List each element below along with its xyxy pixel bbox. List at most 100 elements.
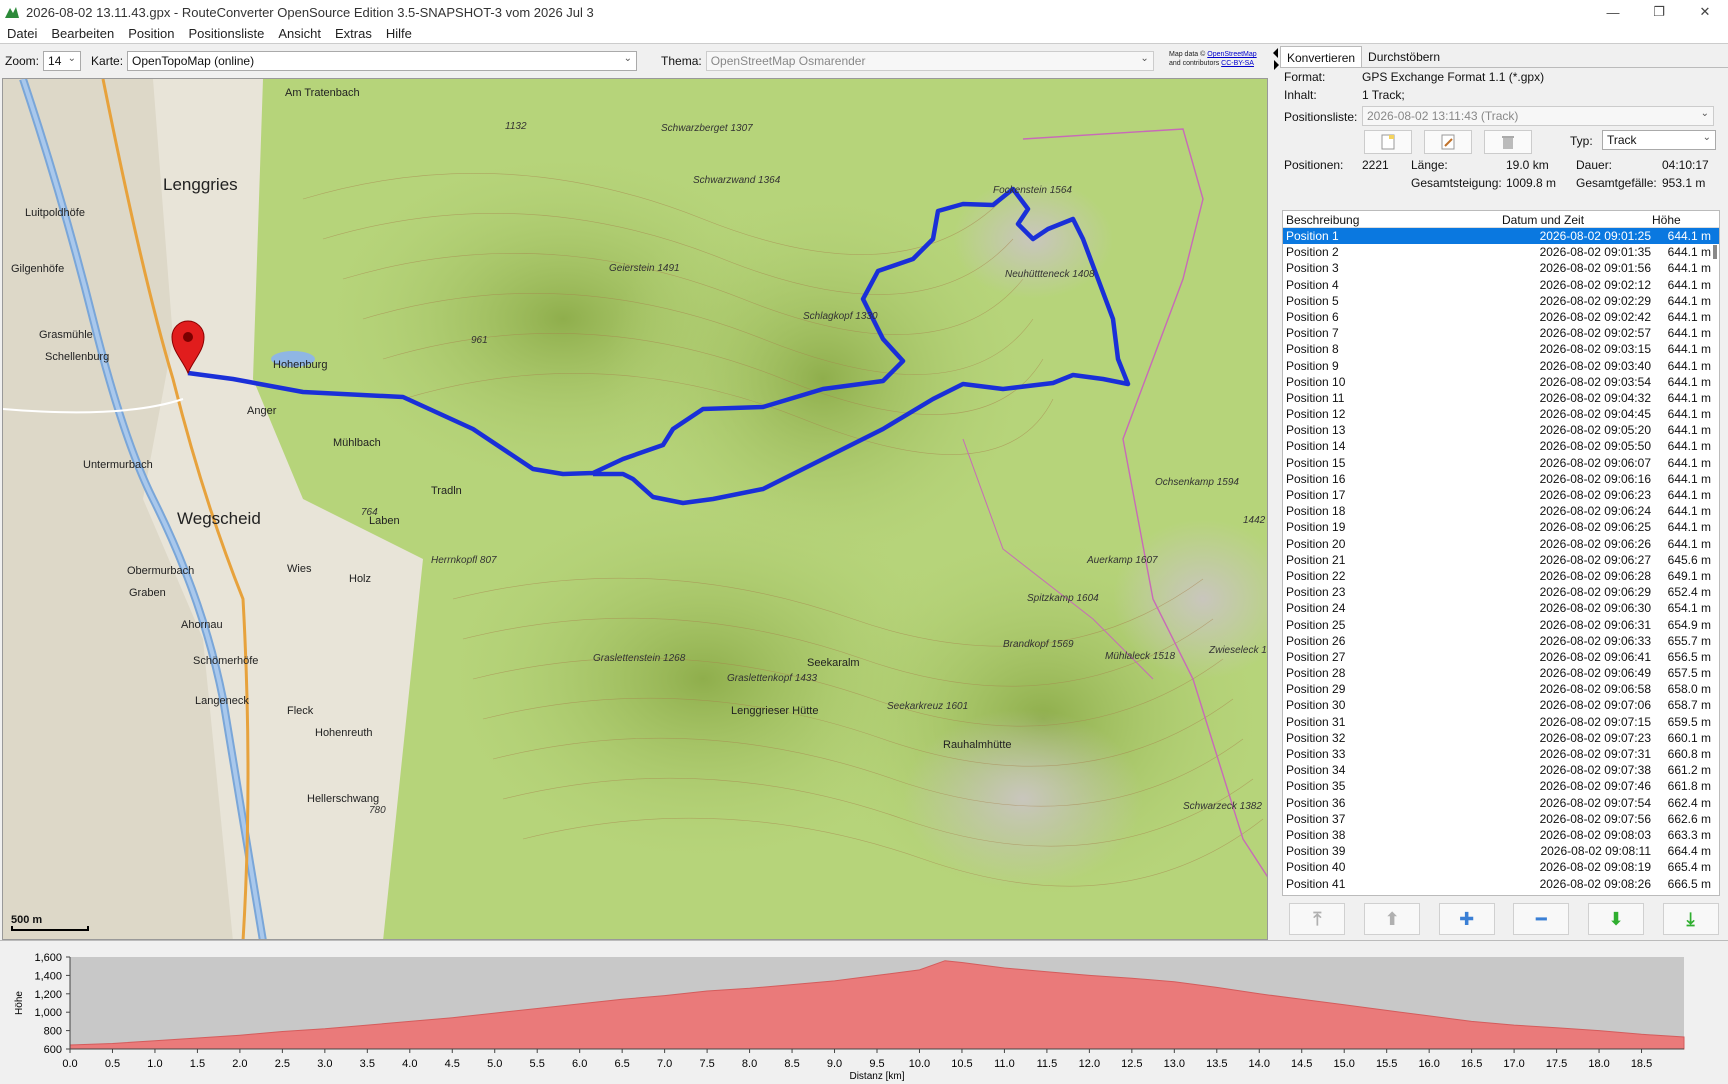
menu-hilfe[interactable]: Hilfe — [379, 26, 419, 41]
table-row[interactable]: Position 10 2026-08-02 09:03:54 644.1 m — [1283, 373, 1719, 390]
table-row[interactable]: Position 39 2026-08-02 09:08:11 664.4 m — [1283, 843, 1719, 860]
table-row[interactable]: Position 31 2026-08-02 09:07:15 659.5 m — [1283, 713, 1719, 730]
menu-datei[interactable]: Datei — [0, 26, 44, 41]
cell-height: 659.5 m — [1667, 714, 1711, 729]
table-row[interactable]: Position 36 2026-08-02 09:07:54 662.4 m — [1283, 794, 1719, 811]
zoom-label: Zoom: — [5, 54, 40, 68]
column-header-datetime[interactable]: Datum und Zeit — [1499, 211, 1649, 227]
x-tick-label: 7.5 — [699, 1058, 714, 1070]
table-row[interactable]: Position 21 2026-08-02 09:06:27 645.6 m — [1283, 551, 1719, 568]
add-position-button[interactable]: ✚ — [1438, 903, 1495, 935]
new-list-button[interactable] — [1364, 130, 1412, 154]
table-row[interactable]: Position 34 2026-08-02 09:07:38 661.2 m — [1283, 762, 1719, 779]
remove-position-button[interactable]: ━ — [1513, 903, 1570, 935]
table-row[interactable]: Position 29 2026-08-02 09:06:58 658.0 m — [1283, 681, 1719, 698]
length-label: Länge: — [1411, 158, 1448, 172]
ascent-label: Gesamtsteigung: — [1411, 176, 1502, 190]
elevation-chart[interactable]: 600 800 1,000 1,200 1,400 1,600 0.0 0.5 1.0 1.5 2.… — [0, 941, 1728, 1082]
table-row[interactable]: Position 38 2026-08-02 09:08:03 663.3 m — [1283, 826, 1719, 844]
table-row[interactable]: Position 1 2026-08-02 09:01:25 644.1 m — [1283, 228, 1719, 245]
table-row[interactable]: Position 17 2026-08-02 09:06:23 644.1 m — [1283, 487, 1719, 504]
cell-description: Position 41 — [1286, 876, 1346, 891]
license-link[interactable]: CC-BY-SA — [1221, 60, 1254, 67]
table-row[interactable]: Position 24 2026-08-02 09:06:30 654.1 m — [1283, 600, 1719, 617]
move-to-bottom-button[interactable]: ⤓ — [1662, 903, 1719, 935]
table-row[interactable]: Position 33 2026-08-02 09:07:31 660.8 m — [1283, 746, 1719, 763]
table-row[interactable]: Position 27 2026-08-02 09:06:41 656.5 m — [1283, 648, 1719, 666]
table-row[interactable]: Position 20 2026-08-02 09:06:26 644.1 m — [1283, 535, 1719, 552]
table-row[interactable]: Position 40 2026-08-02 09:08:19 665.4 m — [1283, 859, 1719, 876]
tab-durchstoebern[interactable]: Durchstöbern — [1362, 46, 1446, 67]
cell-height: 644.1 m — [1667, 293, 1711, 308]
menu-ansicht[interactable]: Ansicht — [271, 26, 328, 41]
minimize-button[interactable]: — — [1590, 0, 1636, 24]
split-pane-divider[interactable] — [1272, 44, 1280, 940]
table-row[interactable]: Position 19 2026-08-02 09:06:25 644.1 m — [1283, 519, 1719, 536]
table-row[interactable]: Position 4 2026-08-02 09:02:12 644.1 m — [1283, 276, 1719, 293]
table-row[interactable]: Position 7 2026-08-02 09:02:57 644.1 m — [1283, 325, 1719, 342]
menu-positionsliste[interactable]: Positionsliste — [182, 26, 272, 41]
move-down-button[interactable]: ⬇ — [1587, 903, 1644, 935]
positions-table[interactable]: Beschreibung Datum und Zeit Höhe Positio… — [1282, 210, 1720, 896]
map-label: Hellerschwang — [307, 793, 380, 805]
map-select[interactable]: OpenTopoMap (online) ⌄ — [127, 51, 638, 71]
table-row[interactable]: Position 25 2026-08-02 09:06:31 654.9 m — [1283, 616, 1719, 633]
cell-description: Position 5 — [1286, 293, 1339, 308]
y-tick-label: 1,200 — [34, 989, 62, 1001]
table-row[interactable]: Position 30 2026-08-02 09:07:06 658.7 m — [1283, 697, 1719, 714]
menu-bearbeiten[interactable]: Bearbeiten — [44, 26, 121, 41]
cell-description: Position 27 — [1286, 649, 1346, 664]
table-row[interactable]: Position 8 2026-08-02 09:03:15 644.1 m — [1283, 341, 1719, 358]
table-row[interactable]: Position 12 2026-08-02 09:04:45 644.1 m — [1283, 406, 1719, 423]
delete-list-button[interactable] — [1484, 130, 1532, 154]
cell-height: 663.3 m — [1667, 827, 1711, 842]
cell-height: 666.5 m — [1667, 876, 1711, 891]
osm-link[interactable]: OpenStreetMap — [1207, 51, 1256, 58]
table-row[interactable]: Position 41 2026-08-02 09:08:26 666.5 m — [1283, 875, 1719, 892]
menu-position[interactable]: Position — [121, 26, 181, 41]
position-list-select[interactable]: 2026-08-02 13:11:43 (Track) ⌄ — [1362, 106, 1714, 126]
table-row[interactable]: Position 28 2026-08-02 09:06:49 657.5 m — [1283, 665, 1719, 682]
table-row[interactable]: Position 14 2026-08-02 09:05:50 644.1 m — [1283, 438, 1719, 455]
table-scrollbar-thumb[interactable] — [1713, 245, 1717, 259]
table-row[interactable]: Position 37 2026-08-02 09:07:56 662.6 m — [1283, 810, 1719, 827]
table-row[interactable]: Position 26 2026-08-02 09:06:33 655.7 m — [1283, 632, 1719, 649]
theme-select[interactable]: OpenStreetMap Osmarender ⌄ — [705, 51, 1154, 71]
cell-height: 656.5 m — [1667, 649, 1711, 664]
maximize-button[interactable]: ❐ — [1636, 0, 1682, 24]
table-row[interactable]: Position 9 2026-08-02 09:03:40 644.1 m — [1283, 357, 1719, 374]
table-row[interactable]: Position 6 2026-08-02 09:02:42 644.1 m — [1283, 308, 1719, 326]
table-row[interactable]: Position 11 2026-08-02 09:04:32 644.1 m — [1283, 389, 1719, 407]
table-row[interactable]: Position 22 2026-08-02 09:06:28 649.1 m — [1283, 567, 1719, 585]
move-to-top-button[interactable]: ⤒ — [1289, 903, 1346, 935]
cell-height: 644.1 m — [1667, 536, 1711, 551]
table-row[interactable]: Position 13 2026-08-02 09:05:20 644.1 m — [1283, 422, 1719, 439]
cell-height: 644.1 m — [1667, 309, 1711, 324]
tab-konvertieren[interactable]: Konvertieren — [1280, 46, 1363, 67]
cell-datetime: 2026-08-02 09:07:56 — [1539, 811, 1651, 826]
table-row[interactable]: Position 5 2026-08-02 09:02:29 644.1 m — [1283, 292, 1719, 309]
table-row[interactable]: Position 2 2026-08-02 09:01:35 644.1 m — [1283, 244, 1719, 261]
rename-list-button[interactable] — [1424, 130, 1472, 154]
collapse-arrows-icon[interactable] — [1272, 48, 1280, 78]
type-select[interactable]: Track ⌄ — [1602, 130, 1716, 150]
move-up-button[interactable]: ⬆ — [1363, 903, 1420, 935]
table-row[interactable]: Position 23 2026-08-02 09:06:29 652.4 m — [1283, 584, 1719, 601]
column-header-height[interactable]: Höhe — [1649, 211, 1709, 227]
zoom-select[interactable]: 14 ⌄ — [43, 51, 82, 71]
table-row[interactable]: Position 32 2026-08-02 09:07:23 660.1 m — [1283, 729, 1719, 746]
close-button[interactable]: ✕ — [1682, 0, 1728, 24]
y-tick-label: 800 — [44, 1026, 62, 1038]
cell-datetime: 2026-08-02 09:07:23 — [1539, 730, 1651, 745]
table-row[interactable]: Position 16 2026-08-02 09:06:16 644.1 m — [1283, 470, 1719, 487]
cell-description: Position 17 — [1286, 488, 1346, 502]
table-row[interactable]: Position 18 2026-08-02 09:06:24 644.1 m — [1283, 503, 1719, 520]
menu-bar: Datei Bearbeiten Position Positionsliste… — [0, 24, 1728, 44]
column-header-description[interactable]: Beschreibung — [1283, 211, 1499, 227]
table-row[interactable]: Position 15 2026-08-02 09:06:07 644.1 m — [1283, 454, 1719, 471]
table-row[interactable]: Position 3 2026-08-02 09:01:56 644.1 m — [1283, 260, 1719, 277]
table-row[interactable]: Position 35 2026-08-02 09:07:46 661.8 m — [1283, 778, 1719, 795]
menu-extras[interactable]: Extras — [328, 26, 379, 41]
map-view[interactable]: Lenggries Am Tratenbach Luitpoldhöfe Gil… — [2, 78, 1268, 940]
cell-description: Position 31 — [1286, 714, 1346, 729]
